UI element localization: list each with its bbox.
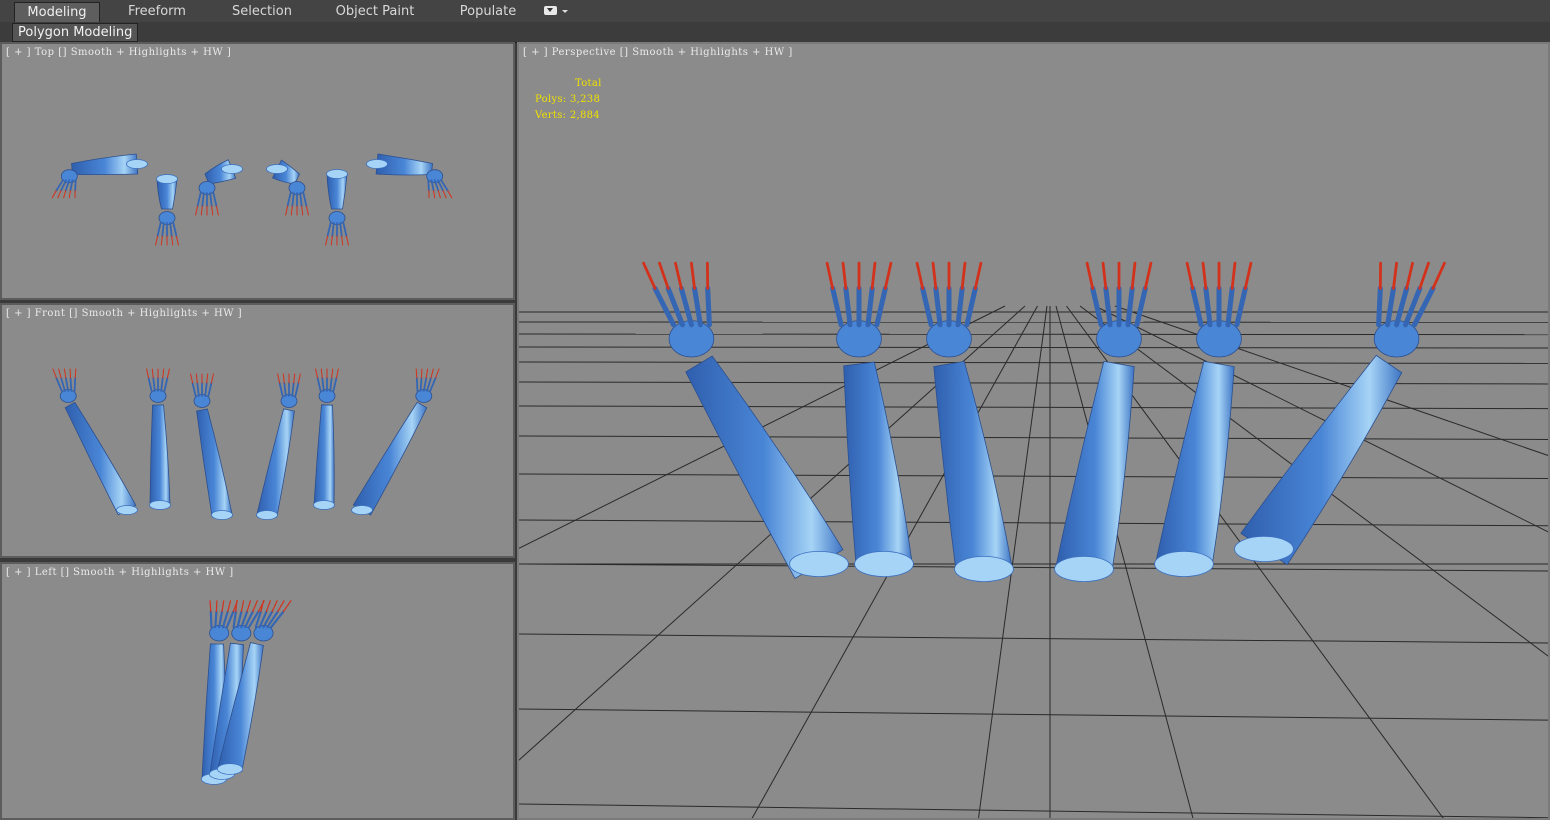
perspective-arm-6 [1234,261,1446,566]
top-view-canvas [51,153,453,246]
tab-populate[interactable]: Populate [450,2,526,21]
tab-selection[interactable]: Selection [222,2,302,21]
stats-polys: Polys: 3,238 [535,92,602,108]
perspective-arm-5 [1154,261,1253,577]
viewport-top[interactable]: [ + ] Top [] Smooth + Highlights + HW ] [0,42,515,300]
ribbon-panel-bar: Polygon Modeling [0,22,1550,43]
stats-polys-value: 3,238 [569,94,601,105]
viewport-left[interactable]: [ + ] Left [] Smooth + Highlights + HW ] [0,562,515,820]
front-arm-6 [351,368,440,516]
top-arm-6 [366,153,453,199]
stats-header: Total [575,78,602,89]
ribbon-tab-bar: Modeling Freeform Selection Object Paint… [0,0,1550,23]
top-arm-5 [325,169,349,246]
top-view-arms [51,153,453,246]
front-arm-5 [313,368,339,510]
left-view-arms [200,600,292,785]
stats-verts-label: Verts: [535,110,567,121]
top-arm-1 [51,153,148,199]
perspective-view-arms [642,261,1446,583]
stats-polys-label: Polys: [535,94,567,105]
chevron-down-icon[interactable] [562,10,568,13]
perspective-view-canvas [519,261,1548,818]
front-view-canvas [52,368,440,520]
tab-object-paint[interactable]: Object Paint [328,2,422,21]
dropdown-options-icon[interactable] [544,6,557,15]
viewport-perspective[interactable]: [ + ] Perspective [] Smooth + Highlights… [517,42,1550,820]
front-arm-2 [146,368,171,510]
front-arm-3 [190,373,233,520]
stats-verts-value: 2,884 [569,110,600,121]
perspective-arm-4 [1054,261,1153,583]
top-arm-3 [195,159,243,216]
perspective-arm-3 [915,261,1014,583]
stats-overlay: Total Polys: 3,238 Verts: 2,884 [535,76,602,124]
tab-freeform[interactable]: Freeform [118,2,196,21]
left-view-canvas [200,600,292,785]
viewport-front[interactable]: [ + ] Front [] Smooth + Highlights + HW … [0,303,515,558]
front-view-arms [52,368,440,520]
viewport-perspective-label[interactable]: [ + ] Perspective [] Smooth + Highlights… [523,47,793,58]
front-arm-4 [256,373,301,520]
front-arm-1 [52,368,138,516]
polygon-modeling-button[interactable]: Polygon Modeling [12,23,139,42]
stats-verts: Verts: 2,884 [535,108,602,124]
perspective-arm-2 [825,261,914,577]
perspective-arm-1 [642,261,849,579]
top-arm-4 [266,159,309,216]
tab-modeling[interactable]: Modeling [14,2,100,22]
top-arm-2 [155,174,179,246]
